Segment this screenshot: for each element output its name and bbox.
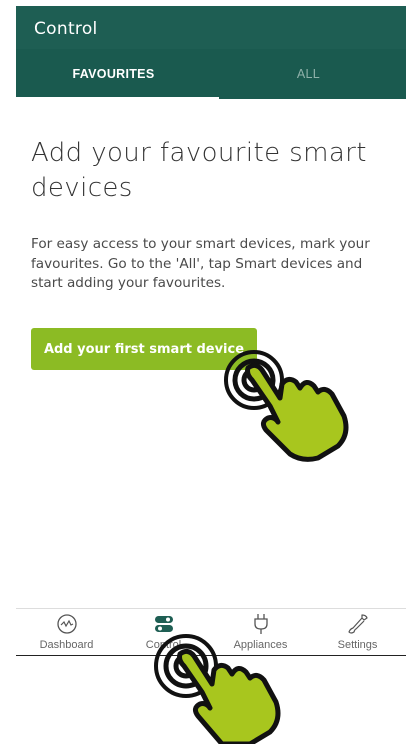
app-screen: Control FAVOURITES ALL Add your favourit…	[16, 6, 406, 656]
app-bar: Control	[16, 6, 406, 49]
empty-state-heading: Add your favourite smart devices	[31, 138, 367, 203]
tab-all[interactable]: ALL	[211, 49, 406, 99]
dashboard-gauge-icon	[56, 613, 78, 635]
tab-bar: FAVOURITES ALL	[16, 49, 406, 99]
nav-label-settings: Settings	[337, 639, 378, 651]
active-tab-indicator	[16, 97, 219, 100]
empty-state-description: For easy access to your smart devices, m…	[31, 236, 370, 291]
tap-gesture-hand-icon	[224, 350, 349, 462]
page-title: Control	[34, 19, 98, 39]
nav-item-dashboard[interactable]: Dashboard	[18, 609, 115, 656]
wrench-icon	[347, 613, 369, 635]
nav-item-settings[interactable]: Settings	[309, 609, 406, 656]
tab-favourites[interactable]: FAVOURITES	[16, 49, 211, 99]
tap-gesture-hand-icon	[154, 634, 281, 744]
nav-label-dashboard: Dashboard	[39, 639, 94, 651]
